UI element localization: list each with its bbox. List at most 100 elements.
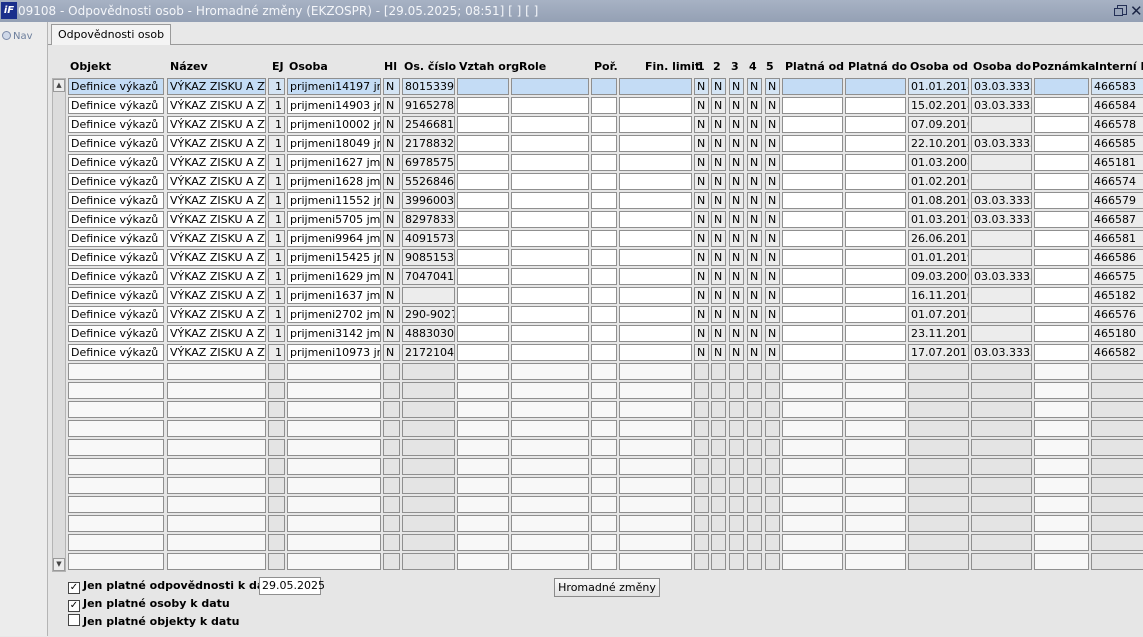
cell-c5[interactable]: N [765, 268, 780, 285]
cell-c5[interactable]: N [765, 97, 780, 114]
cell-platna-od[interactable] [782, 344, 843, 361]
cell-c4[interactable] [747, 477, 762, 494]
cell-role[interactable] [511, 344, 589, 361]
cell-vztah[interactable] [457, 420, 509, 437]
cell-nazev[interactable]: VÝKAZ ZISKU A ZTRÁTY [167, 287, 266, 304]
cell-nazev[interactable]: VÝKAZ ZISKU A ZTRÁTY [167, 192, 266, 209]
cell-c1[interactable]: N [694, 268, 709, 285]
cell-fin[interactable] [619, 192, 692, 209]
cell-role[interactable] [511, 116, 589, 133]
cell-c3[interactable]: N [729, 287, 744, 304]
cell-platna-do[interactable] [845, 363, 906, 380]
cell-c1[interactable] [694, 458, 709, 475]
cell-objekt[interactable] [68, 420, 164, 437]
cell-platna-do[interactable] [845, 173, 906, 190]
cell-os-cislo[interactable]: 39960030 [402, 192, 455, 209]
cell-ej[interactable]: 1 [268, 325, 285, 342]
cell-platna-od[interactable] [782, 496, 843, 513]
cell-c1[interactable]: N [694, 230, 709, 247]
cell-platna-od[interactable] [782, 287, 843, 304]
cell-por[interactable] [591, 268, 617, 285]
table-row[interactable]: Definice výkazůVÝKAZ ZISKU A ZTRÁTY1prij… [0, 154, 1143, 172]
cell-c4[interactable]: N [747, 154, 762, 171]
cell-c3[interactable]: N [729, 78, 744, 95]
cell-c4[interactable] [747, 496, 762, 513]
cell-ej[interactable] [268, 477, 285, 494]
cell-role[interactable] [511, 515, 589, 532]
cell-osoba-do[interactable] [971, 496, 1032, 513]
cell-osoba[interactable]: prijmeni1628 jmeno [287, 173, 381, 190]
cell-fin[interactable] [619, 306, 692, 323]
cell-c4[interactable] [747, 553, 762, 570]
cell-platna-do[interactable] [845, 230, 906, 247]
cell-c5[interactable]: N [765, 249, 780, 266]
cell-vztah[interactable] [457, 116, 509, 133]
cell-hl[interactable]: N [383, 135, 400, 152]
cell-hl[interactable] [383, 439, 400, 456]
cell-poznamka[interactable] [1034, 401, 1089, 418]
cell-role[interactable] [511, 173, 589, 190]
cell-osoba-od[interactable] [908, 553, 969, 570]
empty-table-row[interactable] [0, 439, 1143, 457]
cell-nazev[interactable] [167, 401, 266, 418]
cell-osoba-od[interactable] [908, 382, 969, 399]
cell-c2[interactable]: N [711, 249, 726, 266]
cell-poznamka[interactable] [1034, 287, 1089, 304]
cell-por[interactable] [591, 439, 617, 456]
cell-poznamka[interactable] [1034, 363, 1089, 380]
cell-interni-id[interactable] [1091, 477, 1143, 494]
cell-hl[interactable]: N [383, 173, 400, 190]
cell-os-cislo[interactable]: 82978331 [402, 211, 455, 228]
cell-nazev[interactable]: VÝKAZ ZISKU A ZTRÁTY [167, 344, 266, 361]
cell-platna-od[interactable] [782, 553, 843, 570]
mass-change-button[interactable]: Hromadné změny [554, 578, 660, 597]
cell-osoba-do[interactable]: 03.03.3333 [971, 78, 1032, 95]
cell-vztah[interactable] [457, 173, 509, 190]
cell-platna-od[interactable] [782, 173, 843, 190]
table-row[interactable]: Definice výkazůVÝKAZ ZISKU A ZTRÁTY1prij… [0, 325, 1143, 343]
cell-por[interactable] [591, 363, 617, 380]
cell-nazev[interactable]: VÝKAZ ZISKU A ZTRÁTY [167, 325, 266, 342]
cell-platna-do[interactable] [845, 268, 906, 285]
cell-role[interactable] [511, 325, 589, 342]
cell-c2[interactable]: N [711, 116, 726, 133]
cell-osoba[interactable] [287, 439, 381, 456]
cell-role[interactable] [511, 477, 589, 494]
cell-fin[interactable] [619, 325, 692, 342]
cell-osoba-od[interactable]: 01.07.2010 [908, 306, 969, 323]
table-row[interactable]: Definice výkazůVÝKAZ ZISKU A ZTRÁTY1prij… [0, 230, 1143, 248]
cell-hl[interactable]: N [383, 154, 400, 171]
cell-os-cislo[interactable]: 21721043 [402, 344, 455, 361]
cell-por[interactable] [591, 477, 617, 494]
cell-c4[interactable]: N [747, 306, 762, 323]
cell-objekt[interactable]: Definice výkazů [68, 249, 164, 266]
cell-c2[interactable]: N [711, 173, 726, 190]
cell-platna-do[interactable] [845, 534, 906, 551]
cell-hl[interactable]: N [383, 78, 400, 95]
cell-c1[interactable]: N [694, 154, 709, 171]
cell-poznamka[interactable] [1034, 420, 1089, 437]
cell-osoba[interactable]: prijmeni2702 jmeno [287, 306, 381, 323]
cell-platna-do[interactable] [845, 420, 906, 437]
cell-c5[interactable] [765, 420, 780, 437]
cell-poznamka[interactable] [1034, 534, 1089, 551]
cell-por[interactable] [591, 249, 617, 266]
cell-hl[interactable]: N [383, 249, 400, 266]
cell-fin[interactable] [619, 420, 692, 437]
cell-objekt[interactable]: Definice výkazů [68, 173, 164, 190]
cell-vztah[interactable] [457, 477, 509, 494]
cell-objekt[interactable] [68, 496, 164, 513]
cell-interni-id[interactable] [1091, 496, 1143, 513]
cell-osoba[interactable]: prijmeni14903 jmeno [287, 97, 381, 114]
cell-poznamka[interactable] [1034, 553, 1089, 570]
filter-valid-objects[interactable]: Jen platné objekty k datu [68, 614, 239, 629]
cell-poznamka[interactable] [1034, 344, 1089, 361]
cell-osoba[interactable]: prijmeni9964 jmeno [287, 230, 381, 247]
cell-por[interactable] [591, 325, 617, 342]
cell-c3[interactable]: N [729, 97, 744, 114]
cell-ej[interactable]: 1 [268, 249, 285, 266]
cell-c2[interactable]: N [711, 268, 726, 285]
cell-c2[interactable] [711, 477, 726, 494]
table-row[interactable]: Definice výkazůVÝKAZ ZISKU A ZTRÁTY1prij… [0, 268, 1143, 286]
cell-osoba-do[interactable] [971, 249, 1032, 266]
